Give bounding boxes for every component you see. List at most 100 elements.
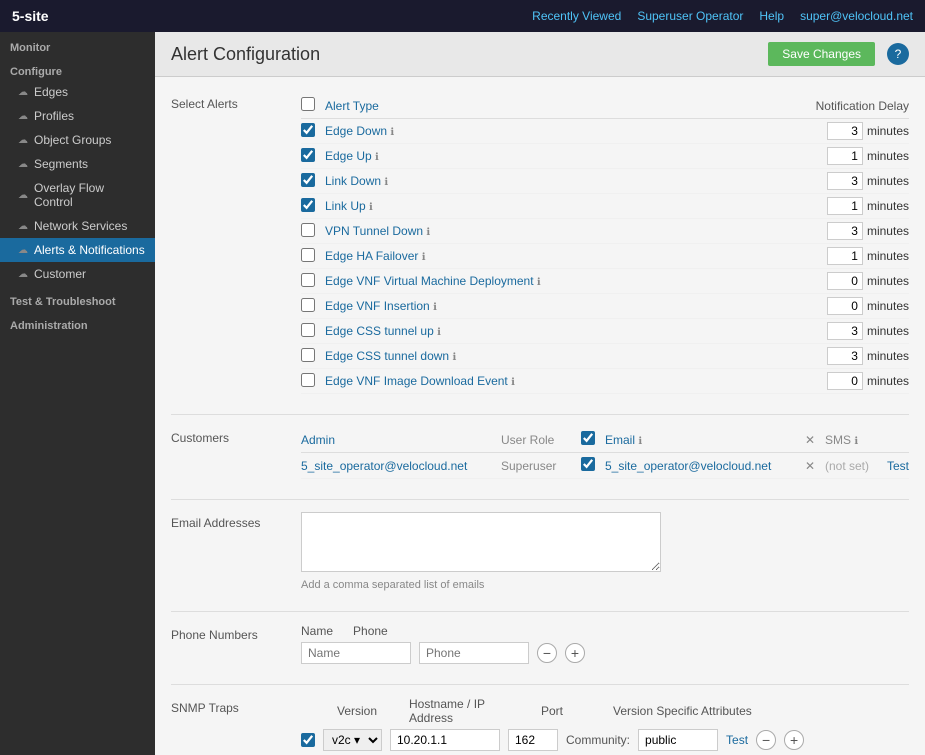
delay-input-6[interactable] bbox=[827, 272, 863, 290]
col-admin-header: Admin bbox=[301, 433, 501, 447]
info-icon-8[interactable]: ℹ bbox=[437, 327, 441, 338]
help-button[interactable]: ? bbox=[887, 43, 909, 65]
select-all-checkbox[interactable] bbox=[301, 97, 315, 111]
alert-checkbox-2[interactable] bbox=[301, 173, 315, 187]
snmp-version-select[interactable]: v2c ▾ bbox=[323, 729, 382, 751]
info-icon-1[interactable]: ℹ bbox=[375, 152, 379, 163]
delay-input-8[interactable] bbox=[827, 322, 863, 340]
delay-input-5[interactable] bbox=[827, 247, 863, 265]
page-header: Alert Configuration Save Changes ? bbox=[155, 32, 925, 77]
phone-phone-input[interactable] bbox=[419, 642, 529, 664]
minutes-label-7: minutes bbox=[867, 299, 909, 313]
col-type-header: Alert Type bbox=[325, 99, 789, 113]
customer-email-checkbox[interactable] bbox=[581, 457, 595, 471]
email-section: Email Addresses Add a comma separated li… bbox=[171, 512, 909, 591]
customer-email: 5_site_operator@velocloud.net bbox=[605, 459, 805, 473]
customer-role: Superuser bbox=[501, 459, 581, 473]
info-icon-2[interactable]: ℹ bbox=[384, 177, 388, 188]
sidebar-item-label: Customer bbox=[34, 267, 86, 281]
sidebar-item-alerts[interactable]: ☁ Alerts & Notifications bbox=[0, 238, 155, 262]
sidebar-section-test: Test & Troubleshoot bbox=[0, 290, 155, 310]
info-icon-4[interactable]: ℹ bbox=[426, 227, 430, 238]
alert-checkbox-4[interactable] bbox=[301, 223, 315, 237]
cloud-icon: ☁ bbox=[18, 135, 28, 146]
phone-label: Phone Numbers bbox=[171, 624, 301, 664]
snmp-add-button[interactable]: + bbox=[784, 730, 804, 750]
delay-input-1[interactable] bbox=[827, 147, 863, 165]
info-icon-7[interactable]: ℹ bbox=[433, 302, 437, 313]
snmp-community-input[interactable] bbox=[638, 729, 718, 751]
sidebar-item-overlay-flow-control[interactable]: ☁ Overlay Flow Control bbox=[0, 176, 155, 214]
info-icon-10[interactable]: ℹ bbox=[511, 377, 515, 388]
sidebar-item-segments[interactable]: ☁ Segments bbox=[0, 152, 155, 176]
alert-checkbox-9[interactable] bbox=[301, 348, 315, 362]
snmp-port-input[interactable] bbox=[508, 729, 558, 751]
snmp-header: Version Hostname / IP Address Port Versi… bbox=[301, 697, 909, 725]
delay-input-0[interactable] bbox=[827, 122, 863, 140]
page-title: Alert Configuration bbox=[171, 44, 320, 65]
alert-name-8: Edge CSS tunnel up bbox=[325, 324, 434, 338]
minutes-label-4: minutes bbox=[867, 224, 909, 238]
phone-add-button[interactable]: + bbox=[565, 643, 585, 663]
alert-checkbox-3[interactable] bbox=[301, 198, 315, 212]
main-layout: Monitor Configure ☁ Edges ☁ Profiles ☁ O… bbox=[0, 32, 925, 755]
alert-row: VPN Tunnel Down ℹ minutes bbox=[301, 219, 909, 244]
alert-row: Edge VNF Insertion ℹ minutes bbox=[301, 294, 909, 319]
info-icon-6[interactable]: ℹ bbox=[537, 277, 541, 288]
nav-help[interactable]: Help bbox=[759, 9, 784, 23]
phone-remove-button[interactable]: − bbox=[537, 643, 557, 663]
info-icon-0[interactable]: ℹ bbox=[390, 127, 394, 138]
save-button[interactable]: Save Changes bbox=[768, 42, 875, 66]
info-icon-3[interactable]: ℹ bbox=[369, 202, 373, 213]
email-content: Add a comma separated list of emails bbox=[301, 512, 661, 591]
email-col-checkbox[interactable] bbox=[581, 431, 595, 445]
alert-checkbox-8[interactable] bbox=[301, 323, 315, 337]
phone-name-input[interactable] bbox=[301, 642, 411, 664]
alert-name-1: Edge Up bbox=[325, 149, 372, 163]
snmp-remove-button[interactable]: − bbox=[756, 730, 776, 750]
sidebar-item-label: Alerts & Notifications bbox=[34, 243, 145, 257]
app-brand: 5-site bbox=[12, 8, 49, 24]
nav-user[interactable]: super@velocloud.net bbox=[800, 9, 913, 23]
nav-recently-viewed[interactable]: Recently Viewed bbox=[532, 9, 621, 23]
alert-checkbox-0[interactable] bbox=[301, 123, 315, 137]
phone-col-phone: Phone bbox=[353, 624, 388, 638]
sidebar-item-customer[interactable]: ☁ Customer bbox=[0, 262, 155, 286]
info-icon-9[interactable]: ℹ bbox=[452, 352, 456, 363]
sidebar-item-object-groups[interactable]: ☁ Object Groups bbox=[0, 128, 155, 152]
minutes-label-3: minutes bbox=[867, 199, 909, 213]
minutes-label-5: minutes bbox=[867, 249, 909, 263]
delay-input-7[interactable] bbox=[827, 297, 863, 315]
delay-input-9[interactable] bbox=[827, 347, 863, 365]
alert-checkbox-6[interactable] bbox=[301, 273, 315, 287]
delay-input-3[interactable] bbox=[827, 197, 863, 215]
sidebar-item-profiles[interactable]: ☁ Profiles bbox=[0, 104, 155, 128]
col-role-header: User Role bbox=[501, 433, 581, 447]
minutes-label-2: minutes bbox=[867, 174, 909, 188]
alerts-section: Select Alerts Alert Type Notification De… bbox=[171, 93, 909, 394]
alert-checkbox-5[interactable] bbox=[301, 248, 315, 262]
delay-input-10[interactable] bbox=[827, 372, 863, 390]
email-textarea[interactable] bbox=[301, 512, 661, 572]
alert-checkbox-7[interactable] bbox=[301, 298, 315, 312]
cloud-icon: ☁ bbox=[18, 111, 28, 122]
customer-test-link[interactable]: Test bbox=[887, 459, 909, 473]
alert-checkbox-10[interactable] bbox=[301, 373, 315, 387]
alert-name-9: Edge CSS tunnel down bbox=[325, 349, 449, 363]
info-icon-5[interactable]: ℹ bbox=[422, 252, 426, 263]
nav-superuser[interactable]: Superuser Operator bbox=[637, 9, 743, 23]
sidebar-item-network-services[interactable]: ☁ Network Services bbox=[0, 214, 155, 238]
sidebar: Monitor Configure ☁ Edges ☁ Profiles ☁ O… bbox=[0, 32, 155, 755]
delay-input-4[interactable] bbox=[827, 222, 863, 240]
snmp-row-checkbox[interactable] bbox=[301, 733, 315, 747]
delay-input-2[interactable] bbox=[827, 172, 863, 190]
snmp-test-link[interactable]: Test bbox=[726, 733, 748, 747]
alert-checkbox-1[interactable] bbox=[301, 148, 315, 162]
email-hint: Add a comma separated list of emails bbox=[301, 579, 661, 591]
cloud-icon: ☁ bbox=[18, 87, 28, 98]
sidebar-item-edges[interactable]: ☁ Edges bbox=[0, 80, 155, 104]
email-info-icon[interactable]: ℹ bbox=[638, 436, 642, 447]
sms-info-icon[interactable]: ℹ bbox=[854, 436, 858, 447]
minutes-label-10: minutes bbox=[867, 374, 909, 388]
snmp-host-input[interactable] bbox=[390, 729, 500, 751]
